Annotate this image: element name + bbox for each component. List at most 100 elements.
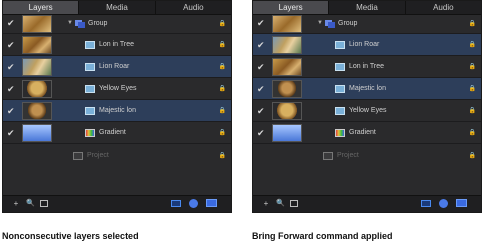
layers-stack-icon[interactable] [456, 199, 467, 207]
image-layer-icon [85, 85, 95, 93]
add-layer-button[interactable]: + [262, 199, 270, 208]
project-row[interactable]: Project 🔒 [3, 147, 231, 165]
layer-name: Gradient [99, 129, 126, 136]
checkmark-icon[interactable]: ✔ [7, 129, 15, 138]
lock-icon[interactable]: 🔒 [469, 85, 476, 92]
layer-name: Yellow Eyes [99, 85, 137, 92]
image-layer-icon [335, 63, 345, 71]
project-label: Project [87, 152, 109, 159]
layer-thumbnail [272, 102, 302, 120]
lock-icon[interactable]: 🔒 [469, 129, 476, 136]
checkmark-icon[interactable]: ✔ [257, 129, 265, 138]
layer-row[interactable]: ✔ Lion Roar 🔒 [253, 34, 481, 56]
lock-icon[interactable]: 🔒 [219, 107, 226, 114]
disclosure-triangle-icon[interactable]: ▼ [317, 20, 323, 26]
tab-bar: Layers Media Audio [253, 1, 481, 15]
layer-thumbnail [272, 36, 302, 54]
checkmark-icon[interactable]: ✔ [257, 41, 265, 50]
layer-thumbnail [22, 36, 52, 54]
gear-icon[interactable] [439, 199, 448, 208]
caption-left: Nonconsecutive layers selected [2, 231, 139, 241]
bottom-toolbar: + 🔍 [253, 195, 481, 212]
project-row[interactable]: Project 🔒 [253, 147, 481, 165]
layers-panel-left: Layers Media Audio ✔ ▼ Group 🔒 ✔ Lon in … [2, 0, 232, 213]
layer-name: Lon in Tree [99, 41, 135, 48]
group-icon [75, 20, 85, 28]
layer-row[interactable]: ✔ Majestic lon 🔒 [3, 100, 231, 122]
checkmark-icon[interactable]: ✔ [7, 19, 15, 28]
search-icon[interactable]: 🔍 [276, 199, 285, 208]
layer-thumbnail [22, 15, 52, 33]
tab-media[interactable]: Media [329, 1, 406, 14]
checkmark-icon[interactable]: ✔ [257, 85, 265, 94]
layer-name: Lion Roar [349, 41, 380, 48]
lock-icon[interactable]: 🔒 [469, 152, 476, 159]
image-layer-icon [335, 107, 345, 115]
layer-row[interactable]: ✔ Majestic lon 🔒 [253, 78, 481, 100]
group-icon [325, 20, 335, 28]
image-layer-icon [85, 107, 95, 115]
layer-row-group[interactable]: ✔ ▼ Group 🔒 [253, 14, 481, 34]
layer-row[interactable]: ✔ Yellow Eyes 🔒 [3, 78, 231, 100]
checkmark-icon[interactable]: ✔ [7, 85, 15, 94]
lock-icon[interactable]: 🔒 [469, 41, 476, 48]
layer-row[interactable]: ✔ Gradient 🔒 [253, 122, 481, 144]
lock-icon[interactable]: 🔒 [469, 107, 476, 114]
layer-row[interactable]: ✔ Gradient 🔒 [3, 122, 231, 144]
view-mode-icon[interactable] [421, 200, 431, 207]
layer-row[interactable]: ✔ Lon in Tree 🔒 [3, 34, 231, 56]
checkmark-icon[interactable]: ✔ [7, 63, 15, 72]
layer-name: Majestic lon [99, 107, 136, 114]
disclosure-triangle-icon[interactable]: ▼ [67, 20, 73, 26]
layer-thumbnail [272, 80, 302, 98]
tab-bar: Layers Media Audio [3, 1, 231, 15]
thumbnail-toggle-icon[interactable] [40, 200, 48, 207]
image-layer-icon [85, 41, 95, 49]
layer-row[interactable]: ✔ Yellow Eyes 🔒 [253, 100, 481, 122]
image-layer-icon [335, 85, 345, 93]
tab-media[interactable]: Media [79, 1, 156, 14]
checkmark-icon[interactable]: ✔ [7, 41, 15, 50]
gear-icon[interactable] [189, 199, 198, 208]
layer-thumbnail [22, 102, 52, 120]
layer-thumbnail [22, 58, 52, 76]
bottom-toolbar: + 🔍 [3, 195, 231, 212]
layer-name: Gradient [349, 129, 376, 136]
layer-name: Yellow Eyes [349, 107, 387, 114]
lock-icon[interactable]: 🔒 [219, 85, 226, 92]
layer-thumbnail [272, 15, 302, 33]
project-label: Project [337, 152, 359, 159]
image-layer-icon [335, 41, 345, 49]
layer-row[interactable]: ✔ Lion Roar 🔒 [3, 56, 231, 78]
search-icon[interactable]: 🔍 [26, 199, 35, 208]
layers-stack-icon[interactable] [206, 199, 217, 207]
tab-audio[interactable]: Audio [156, 1, 231, 14]
layer-row-group[interactable]: ✔ ▼ Group 🔒 [3, 14, 231, 34]
lock-icon[interactable]: 🔒 [219, 20, 226, 27]
checkmark-icon[interactable]: ✔ [257, 19, 265, 28]
checkmark-icon[interactable]: ✔ [257, 63, 265, 72]
layers-panel-right: Layers Media Audio ✔ ▼ Group 🔒 ✔ Lion Ro… [252, 0, 482, 213]
checkmark-icon[interactable]: ✔ [7, 107, 15, 116]
checkmark-icon[interactable]: ✔ [257, 107, 265, 116]
lock-icon[interactable]: 🔒 [219, 41, 226, 48]
view-mode-icon[interactable] [171, 200, 181, 207]
tab-layers[interactable]: Layers [253, 1, 330, 14]
layer-name: Lon in Tree [349, 63, 385, 70]
layer-row[interactable]: ✔ Lon in Tree 🔒 [253, 56, 481, 78]
gradient-layer-icon [85, 129, 95, 137]
add-layer-button[interactable]: + [12, 199, 20, 208]
layer-name: Group [88, 20, 108, 27]
image-layer-icon [85, 63, 95, 71]
lock-icon[interactable]: 🔒 [219, 129, 226, 136]
layer-name: Lion Roar [99, 63, 130, 70]
lock-icon[interactable]: 🔒 [219, 63, 226, 70]
thumbnail-toggle-icon[interactable] [290, 200, 298, 207]
lock-icon[interactable]: 🔒 [219, 152, 226, 159]
gradient-layer-icon [335, 129, 345, 137]
tab-layers[interactable]: Layers [3, 1, 80, 14]
tab-audio[interactable]: Audio [406, 1, 481, 14]
project-icon [73, 152, 83, 160]
lock-icon[interactable]: 🔒 [469, 20, 476, 27]
lock-icon[interactable]: 🔒 [469, 63, 476, 70]
